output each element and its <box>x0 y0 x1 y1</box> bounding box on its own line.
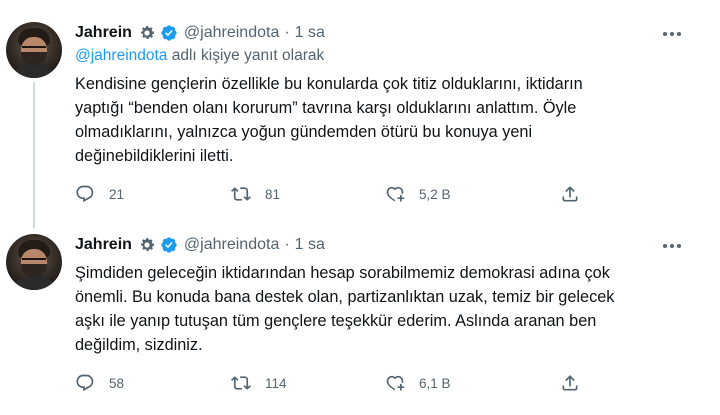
timestamp[interactable]: 1 sa <box>295 24 325 42</box>
reply-mention-link[interactable]: @jahreindota <box>75 47 167 64</box>
tweet[interactable]: Jahrein @jahreindota · 1 sa Şimdiden gel… <box>0 228 720 415</box>
tweet[interactable]: Jahrein @jahreindota · 1 sa @jahreindota… <box>0 0 720 228</box>
action-bar: 21 81 5,2 B <box>75 182 595 206</box>
retweet-button[interactable]: 81 <box>231 182 280 206</box>
verified-badge-icon <box>161 237 177 253</box>
reply-count: 21 <box>109 186 125 202</box>
like-count: 5,2 B <box>419 186 451 202</box>
action-bar: 58 114 6,1 B <box>75 371 595 395</box>
like-button[interactable]: 6,1 B <box>385 371 451 395</box>
tweet-text: Şimdiden geleceğin iktidarından hesap so… <box>75 264 615 354</box>
author-name[interactable]: Jahrein <box>75 24 132 42</box>
gear-icon <box>141 238 154 251</box>
reply-button[interactable]: 21 <box>75 182 124 206</box>
tweet-header: Jahrein @jahreindota · 1 sa <box>75 22 325 44</box>
author-name[interactable]: Jahrein <box>75 236 132 254</box>
share-button[interactable] <box>560 371 580 395</box>
like-icon <box>386 375 405 391</box>
more-icon[interactable] <box>660 24 684 44</box>
retweet-count: 81 <box>265 186 281 202</box>
separator-dot: · <box>284 236 290 253</box>
share-icon <box>562 375 578 391</box>
tweet-text: Kendisine gençlerin özellikle bu konular… <box>75 75 583 165</box>
tweet-header: Jahrein @jahreindota · 1 sa <box>75 234 325 256</box>
thread-line <box>33 82 35 228</box>
reply-icon <box>76 185 94 203</box>
retweet-icon <box>231 187 251 201</box>
reply-context-label: adlı kişiye yanıt olarak <box>167 47 325 64</box>
author-handle[interactable]: @jahreindota <box>184 24 279 42</box>
like-icon <box>386 186 405 202</box>
author-handle[interactable]: @jahreindota <box>184 236 279 254</box>
separator-dot: · <box>284 24 290 41</box>
reply-count: 58 <box>109 375 125 391</box>
verified-badge-icon <box>161 25 177 41</box>
reply-button[interactable]: 58 <box>75 371 124 395</box>
share-button[interactable] <box>560 182 580 206</box>
like-button[interactable]: 5,2 B <box>385 182 451 206</box>
retweet-count: 114 <box>265 375 287 391</box>
avatar[interactable] <box>6 22 62 78</box>
gear-icon <box>141 26 154 39</box>
avatar[interactable] <box>6 234 62 290</box>
timestamp[interactable]: 1 sa <box>295 236 325 254</box>
reply-icon <box>76 374 94 392</box>
retweet-button[interactable]: 114 <box>231 371 287 395</box>
reply-context: @jahreindota adlı kişiye yanıt olarak <box>75 47 324 65</box>
share-icon <box>562 186 578 202</box>
more-icon[interactable] <box>660 236 684 256</box>
like-count: 6,1 B <box>419 375 451 391</box>
retweet-icon <box>231 376 251 390</box>
